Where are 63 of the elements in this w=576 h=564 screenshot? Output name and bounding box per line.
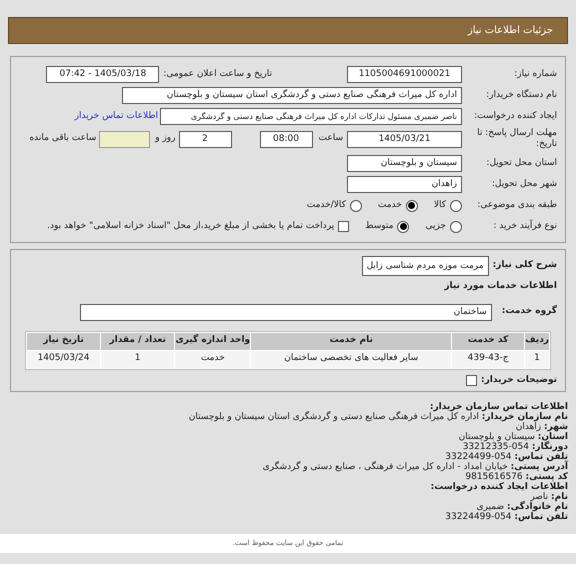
info-line: استان: سیستان و بلوچستان bbox=[458, 432, 568, 442]
page-title: جزئیات اطلاعات نیاز bbox=[468, 24, 553, 38]
column-header: تاریخ نیاز bbox=[27, 332, 100, 350]
days-field[interactable]: 2 bbox=[178, 130, 232, 148]
field-label: شهر محل تحویل: bbox=[490, 178, 557, 191]
section-title: اطلاعات تماس سازمان خریدار: bbox=[428, 402, 568, 412]
column-header: واحد اندازه گیری bbox=[175, 332, 250, 350]
contact-link[interactable]: اطلاعات تماس خریدار bbox=[74, 110, 158, 124]
column-header: نام خدمت bbox=[251, 332, 452, 350]
radio-button[interactable] bbox=[350, 200, 362, 212]
radio-label: کالا/خدمت bbox=[306, 198, 346, 212]
radio-button[interactable] bbox=[406, 200, 418, 212]
time-field[interactable]: 08:00 bbox=[260, 130, 312, 148]
radio-button[interactable] bbox=[450, 200, 462, 212]
field-label: ساعت bbox=[318, 132, 343, 146]
field-label: طبقه بندی موضوعی: bbox=[476, 198, 557, 212]
table-cell: 1 bbox=[101, 350, 174, 368]
radio-label: جزیی bbox=[425, 220, 446, 233]
requester-field[interactable]: ناصر ضمیری مسئول تدارکات اداره کل میراث فرهنگی صنایع دستی و گردشگری bbox=[160, 108, 462, 125]
field-label: استان محل تحویل: bbox=[485, 156, 557, 170]
checkbox[interactable] bbox=[466, 374, 478, 386]
buyer-field[interactable]: اداره کل میراث فرهنگی صنایع دستی و گردشگری استان سیستان و بلوچستان bbox=[122, 87, 462, 104]
info-line: شهر: زاهدان bbox=[514, 422, 568, 432]
field-label: توضیحات خریدار: bbox=[481, 374, 557, 386]
column-header: ردیف bbox=[525, 332, 549, 350]
checkbox-label: پرداخت تمام یا بخشی از مبلغ خرید،از محل "اسناد خزانه اسلامی" خواهد بود. bbox=[47, 220, 334, 233]
date-field[interactable]: 1405/03/18 - 07:42 bbox=[46, 66, 160, 83]
checkbox[interactable] bbox=[338, 221, 350, 232]
remaining-field[interactable] bbox=[99, 130, 150, 148]
province-field[interactable]: سیستان و بلوچستان bbox=[347, 155, 462, 172]
field-label: مهلت ارسال پاسخ: تا تاریخ: bbox=[476, 128, 557, 150]
info-line: آدرس پستی: خیابان امداد - اداره کل میراث فرهنگی ، صنایع دستی و گردشگری bbox=[262, 462, 568, 472]
table-cell: 1405/03/24 bbox=[27, 350, 100, 368]
radio-label: کالا bbox=[434, 198, 446, 212]
info-line: نام: ناصر bbox=[530, 492, 568, 502]
field-label: گروه خدمت: bbox=[502, 305, 557, 318]
info-line: نام خانوادگی: ضمیری bbox=[476, 502, 568, 512]
column-header: تعداد / مقدار bbox=[101, 332, 174, 350]
field-label: شماره نیاز: bbox=[513, 68, 557, 81]
table-cell: سایر فعالیت های تخصصی ساختمان bbox=[251, 350, 452, 368]
field-label: نوع فرآیند خرید : bbox=[492, 220, 557, 233]
radio-label: خدمت bbox=[378, 198, 402, 212]
info-line: نام سازمان خریدار: اداره کل میراث فرهنگی صنایع دستی و گردشگری استان سیستان و بلوچستان bbox=[188, 412, 568, 422]
field-label: ایجاد کننده درخواست: bbox=[473, 110, 557, 123]
section-title: اطلاعات ایجاد کننده درخواست: bbox=[430, 482, 568, 492]
radio-label: متوسط bbox=[365, 220, 394, 233]
need-number-field[interactable]: 1105004691000021 bbox=[347, 66, 462, 83]
radio-button[interactable] bbox=[397, 220, 410, 232]
field-label: شرح کلی نیاز: bbox=[492, 259, 557, 272]
radio-button[interactable] bbox=[450, 220, 462, 232]
table-cell: 1 bbox=[525, 350, 549, 368]
field-label: نام دستگاه خریدار: bbox=[485, 88, 557, 102]
field-label: ساعت باقی مانده bbox=[29, 132, 96, 146]
table-cell: خدمت bbox=[175, 350, 250, 368]
field-label: تاریخ و ساعت اعلان عمومی: bbox=[162, 68, 273, 81]
service-group-field[interactable]: ساختمان bbox=[80, 304, 492, 320]
column-header: کد خدمت bbox=[452, 332, 524, 350]
description-field[interactable]: مرمت موزه مردم شناسی زابل bbox=[362, 256, 489, 276]
date-field[interactable]: 1405/03/21 bbox=[347, 130, 462, 148]
field-label: روز و bbox=[155, 132, 176, 146]
table-cell: ج-43-439 bbox=[452, 350, 524, 368]
section-title: اطلاعات خدمات مورد نیاز bbox=[443, 280, 557, 293]
city-field[interactable]: زاهدان bbox=[347, 176, 462, 193]
